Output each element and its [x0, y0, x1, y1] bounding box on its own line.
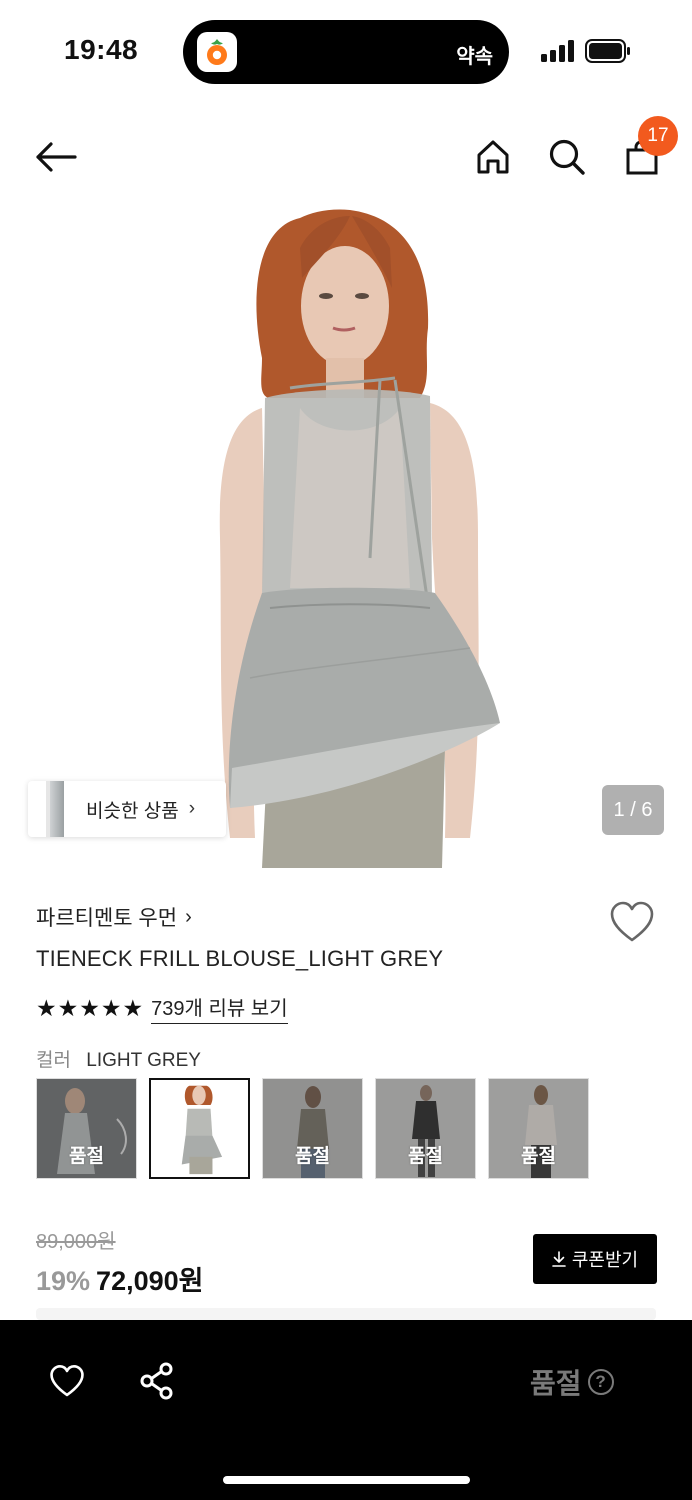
price-row: 19% 72,090원 — [36, 1259, 203, 1298]
download-icon — [552, 1251, 566, 1267]
status-time: 19:48 — [64, 34, 139, 65]
star-icon: ★ — [36, 994, 57, 1021]
color-option[interactable]: 품절 — [262, 1078, 363, 1179]
similar-products-label: 비슷한 상품 — [86, 800, 179, 822]
product-title: TIENECK FRILL BLOUSE_LIGHT GREY — [36, 946, 444, 971]
bottom-wishlist-button[interactable] — [44, 1358, 90, 1404]
back-button[interactable] — [28, 132, 84, 182]
star-icon: ★ — [122, 994, 144, 1021]
home-icon — [477, 140, 509, 174]
option-thumbnail — [151, 1080, 248, 1177]
color-label: 컬러 — [36, 1050, 71, 1071]
color-row: 컬러 LIGHT GREY — [36, 1045, 201, 1072]
similar-thumbnail — [46, 781, 64, 837]
chevron-right-icon: › — [188, 798, 196, 819]
cart-count-badge: 17 — [638, 116, 678, 156]
color-option[interactable]: 품절 — [375, 1078, 476, 1179]
rating-row: ★ ★ ★ ★ ★ 739개 리뷰 보기 — [36, 992, 288, 1024]
soldout-label: 품절 — [530, 1368, 582, 1399]
discount-rate: 19% — [36, 1266, 91, 1296]
star-icon: ★ — [79, 994, 100, 1021]
soldout-label: 품절 — [295, 1146, 330, 1167]
heart-icon — [50, 1365, 84, 1397]
status-bar: 19:48 약속 — [0, 0, 692, 100]
top-nav — [0, 120, 692, 200]
original-price: 89,000원 — [36, 1231, 116, 1253]
soldout-label: 품절 — [69, 1146, 104, 1167]
color-options: 품절 품절 품절 품절 — [36, 1078, 589, 1179]
dynamic-island[interactable]: 약속 — [183, 20, 509, 84]
star-icon: ★ — [57, 994, 79, 1021]
star-icon: ★ — [100, 994, 122, 1021]
island-label: 약속 — [456, 46, 493, 68]
color-option-selected[interactable] — [149, 1078, 250, 1179]
search-icon — [549, 139, 585, 175]
soldout-status[interactable]: 품절 ? — [530, 1362, 614, 1402]
sale-price: 72,090원 — [96, 1266, 204, 1296]
help-icon[interactable]: ? — [587, 1369, 614, 1395]
heart-icon — [610, 901, 654, 942]
coupon-button[interactable]: 쿠폰받기 — [533, 1234, 657, 1284]
soldout-label: 품절 — [408, 1146, 443, 1167]
home-indicator — [223, 1476, 470, 1484]
wishlist-button[interactable] — [608, 900, 656, 944]
section-divider — [36, 1308, 656, 1320]
cellular-signal-icon — [541, 40, 574, 62]
brand-name: 파르티멘토 우먼 — [36, 907, 178, 930]
color-value: LIGHT GREY — [86, 1050, 201, 1071]
color-option[interactable]: 품절 — [36, 1078, 137, 1179]
carrot-app-icon — [197, 32, 237, 72]
arrow-left-icon — [36, 142, 77, 172]
battery-icon — [585, 39, 630, 63]
coupon-label: 쿠폰받기 — [571, 1250, 639, 1270]
share-button[interactable] — [134, 1358, 180, 1404]
image-page-indicator: 1 / 6 — [602, 785, 664, 835]
reviews-link[interactable]: 739개 리뷰 보기 — [151, 992, 288, 1024]
home-button[interactable] — [470, 132, 516, 182]
color-option[interactable]: 품절 — [488, 1078, 589, 1179]
bottom-action-bar: 품절 ? — [0, 1320, 692, 1500]
brand-link[interactable]: 파르티멘토 우먼 › — [36, 902, 192, 932]
product-photo — [0, 208, 692, 868]
similar-products-button[interactable]: 비슷한 상품 › — [28, 781, 226, 837]
soldout-label: 품절 — [521, 1146, 556, 1167]
share-icon — [140, 1362, 173, 1400]
chevron-right-icon: › — [185, 905, 192, 928]
product-image-carousel[interactable] — [0, 208, 692, 868]
rating-stars: ★ ★ ★ ★ ★ — [36, 994, 144, 1021]
search-button[interactable] — [544, 132, 590, 182]
